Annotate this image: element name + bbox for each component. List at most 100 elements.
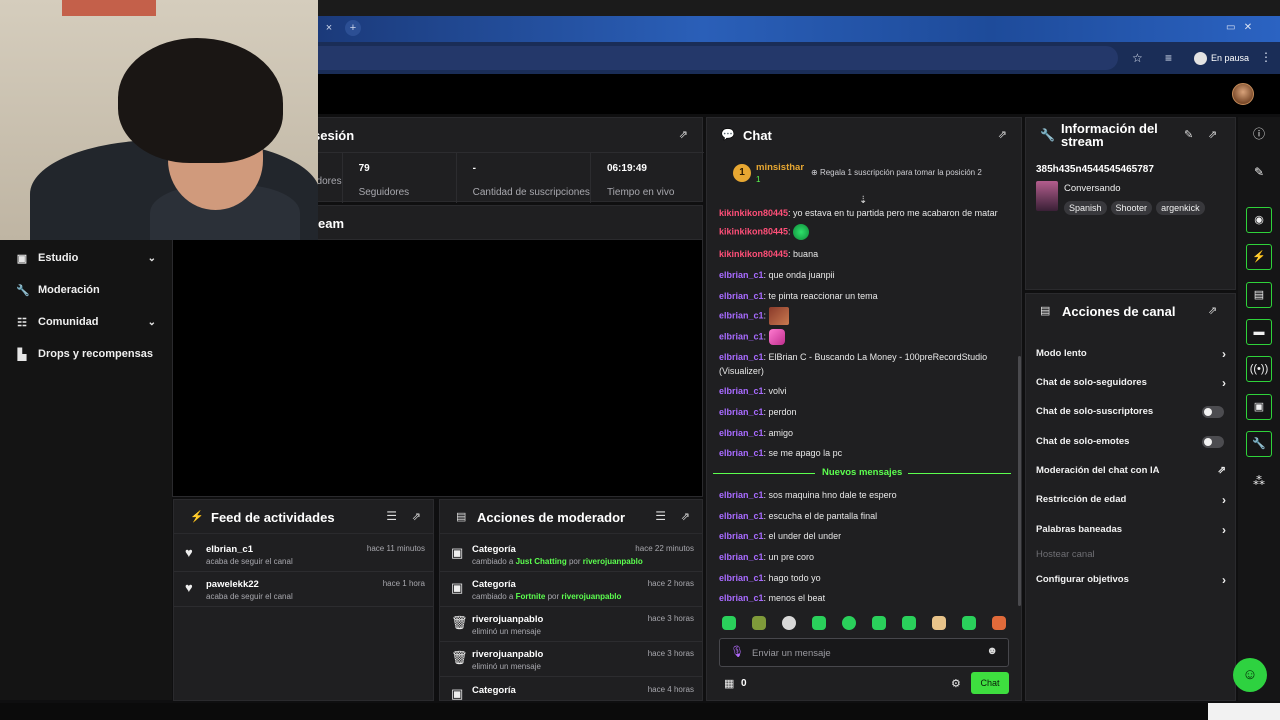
wrench-icon: 🔧 <box>1040 128 1055 142</box>
heart-icon: ♥ <box>185 545 193 560</box>
menu-icon[interactable]: ⋮ <box>1260 50 1272 64</box>
document-icon[interactable]: ▤ <box>1246 282 1272 308</box>
sidebar-item-label: Drops y recompensas <box>38 348 153 360</box>
action-host-channel: Hostear canal <box>1036 549 1095 560</box>
action-subscribers-only: Chat de solo-suscriptores <box>1036 404 1226 420</box>
chat-input[interactable] <box>752 646 972 660</box>
profile-pause-chip[interactable]: En pausa <box>1188 49 1255 67</box>
popout-icon[interactable]: ⇗ <box>1208 304 1217 317</box>
activity-feed-panel: ⚡ Feed de actividades ☰ ⇗ ♥ elbrian_c1 a… <box>173 499 434 701</box>
profile-icon <box>1194 51 1207 65</box>
microphone-icon[interactable]: 🎙 <box>730 645 744 658</box>
rank-badge: 1 <box>733 164 751 182</box>
support-chat-button[interactable]: ☺ <box>1233 658 1267 692</box>
action-followers-only[interactable]: Chat de solo-seguidores › <box>1036 375 1226 391</box>
quick-emote[interactable] <box>932 616 946 630</box>
action-configure-goals[interactable]: Configurar objetivos › <box>1036 572 1226 588</box>
sidebar-item-drops[interactable]: ▙ Drops y recompensas <box>0 338 172 370</box>
chat-message: elbrian_c1: escucha el de pantalla final <box>719 511 878 521</box>
mod-actions-panel: ▤ Acciones de moderador ☰ ⇗ ▣ Categoría … <box>439 499 703 701</box>
quick-emote[interactable] <box>752 616 766 630</box>
pinned-user: minsisthar <box>756 162 805 173</box>
store-icon[interactable]: ▦ <box>724 677 734 690</box>
chat-message: elbrian_c1: sos maquina hno dale te espe… <box>719 490 897 500</box>
broadcast-icon[interactable]: ((•)) <box>1246 356 1272 382</box>
trash-icon: 🗑 <box>451 650 468 665</box>
quick-emote[interactable] <box>872 616 886 630</box>
filter-icon[interactable]: ☰ <box>655 509 666 523</box>
close-tab-button[interactable]: × <box>321 20 337 36</box>
quick-emote[interactable] <box>992 616 1006 630</box>
quick-emote[interactable] <box>842 616 856 630</box>
emotes-only-toggle[interactable] <box>1202 436 1224 448</box>
info-icon[interactable]: ⓘ <box>1246 121 1272 147</box>
chat-message: elbrian_c1: <box>719 307 1014 325</box>
popout-icon[interactable]: ⇗ <box>679 128 688 141</box>
new-tab-button[interactable]: + <box>345 20 361 36</box>
taskbar-corner <box>1208 703 1280 720</box>
lightning-icon[interactable]: ⚡ <box>1246 244 1272 270</box>
media-icon[interactable]: ≡ <box>1165 51 1172 65</box>
subscribers-only-toggle[interactable] <box>1202 406 1224 418</box>
wrench-icon[interactable]: 🔧 <box>1246 431 1272 457</box>
action-slow-mode[interactable]: Modo lento › <box>1036 346 1226 362</box>
sidebar-item-comunidad[interactable]: ☷ Comunidad ⌄ <box>0 306 172 338</box>
points-balance: 0 <box>741 678 747 689</box>
sidebar-item-label: Moderación <box>38 284 100 296</box>
chevron-down-icon: ⌄ <box>147 316 156 328</box>
mod-actions-title: Acciones de moderador <box>477 510 626 525</box>
send-chat-button[interactable]: Chat <box>971 672 1009 694</box>
chat-message: kikinkikon80445: <box>719 224 1014 240</box>
quick-emote[interactable] <box>722 616 736 630</box>
chat-input-box[interactable]: 🎙 ☻ <box>719 638 1009 667</box>
star-icon[interactable]: ☆ <box>1132 51 1143 65</box>
document-icon: ▤ <box>456 511 467 523</box>
popout-icon[interactable]: ⇗ <box>998 128 1007 141</box>
pinned-gifter[interactable]: 1 minsisthar 1 ⊕ Regala 1 suscripción pa… <box>733 160 1023 190</box>
camera-icon[interactable]: ◉ <box>1246 207 1272 233</box>
filter-icon[interactable]: ☰ <box>386 509 397 523</box>
lightning-icon: ⚡ <box>190 511 204 523</box>
chat-message: elbrian_c1: volvi <box>719 386 787 396</box>
quick-emote[interactable] <box>812 616 826 630</box>
avatar[interactable] <box>1232 83 1254 105</box>
popout-icon[interactable]: ⇗ <box>1208 128 1217 141</box>
chat-message: kikinkikon80445: yo estava en tu partida… <box>719 208 998 218</box>
channel-actions-title: Acciones de canal <box>1062 304 1176 319</box>
popout-icon[interactable]: ⇗ <box>412 510 421 523</box>
external-link-icon: ⇗ <box>1217 465 1226 476</box>
action-banned-words[interactable]: Palabras baneadas › <box>1036 522 1226 538</box>
chat-bubble-icon[interactable]: ▬ <box>1246 319 1272 345</box>
chevron-right-icon: › <box>1222 573 1226 587</box>
emoji-icon[interactable]: ☻ <box>986 645 998 657</box>
studio-icon: ▣ <box>16 252 28 265</box>
apps-icon[interactable]: ⁂ <box>1246 468 1272 494</box>
new-messages-separator[interactable]: Nuevos mensajes <box>713 467 1011 479</box>
sidebar-item-estudio[interactable]: ▣ Estudio ⌄ <box>0 242 172 274</box>
pinned-count: 1 <box>756 175 761 184</box>
window-controls[interactable]: ▭ ✕ <box>1226 22 1252 33</box>
pinned-collapse-icon[interactable]: ⇣ <box>859 195 867 206</box>
quick-emote[interactable] <box>782 616 796 630</box>
edit-icon[interactable]: ✎ <box>1184 128 1193 141</box>
right-toolbar: ⓘ ✎ ◉ ⚡ ▤ ▬ ((•)) ▣ 🔧 ⁂ <box>1238 117 1280 701</box>
gear-icon[interactable]: ⚙ <box>951 677 961 690</box>
sidebar-item-label: Comunidad <box>38 316 99 328</box>
stream-title: 385h435n4544545465787 <box>1036 164 1154 175</box>
chat-message: kikinkikon80445: buana <box>719 249 819 259</box>
quick-emote[interactable] <box>902 616 916 630</box>
channel-actions-icon[interactable]: ▣ <box>1246 394 1272 420</box>
channel-actions-panel: ▤ Acciones de canal ⇗ Modo lento › Chat d… <box>1025 293 1236 701</box>
quick-emote[interactable] <box>962 616 976 630</box>
pink-hand-emote <box>768 329 785 345</box>
mod-action-item: ▣ Categoría cambiado a Just Chatting por… <box>440 538 702 572</box>
browser-tab-strip <box>318 16 1280 42</box>
chat-scrollbar[interactable] <box>1018 356 1021 606</box>
tag: Shooter <box>1110 201 1153 215</box>
edit-icon[interactable]: ✎ <box>1246 159 1272 185</box>
sidebar-item-moderacion[interactable]: 🔧 Moderación <box>0 274 172 306</box>
chevron-down-icon: ⌄ <box>147 252 156 264</box>
popout-icon[interactable]: ⇗ <box>681 510 690 523</box>
action-ai-moderation[interactable]: Moderación del chat con IA ⇗ <box>1036 463 1226 479</box>
action-age-restriction[interactable]: Restricción de edad › <box>1036 492 1226 508</box>
